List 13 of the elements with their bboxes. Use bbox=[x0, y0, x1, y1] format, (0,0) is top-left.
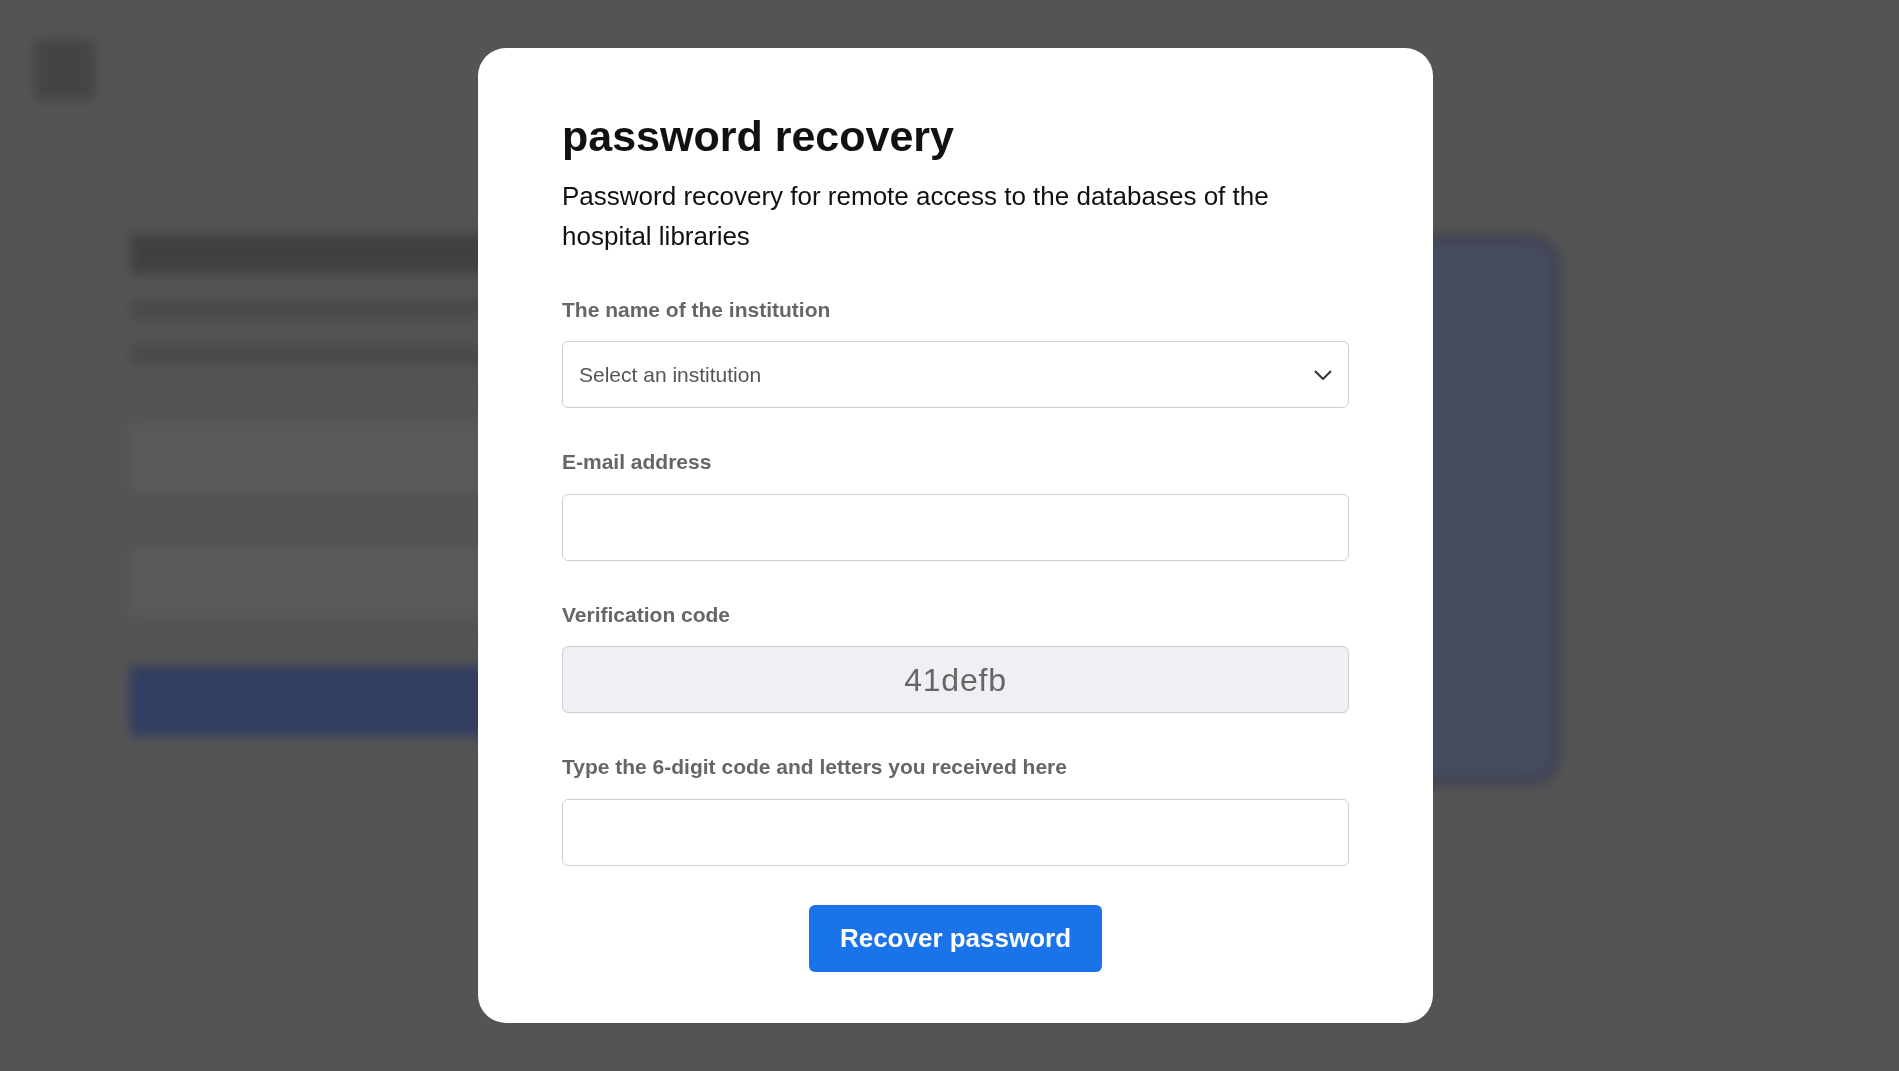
chevron-down-icon bbox=[1314, 369, 1332, 380]
field-label: Type the 6-digit code and letters you received here bbox=[562, 754, 1068, 781]
field-label: E-mail address bbox=[562, 449, 713, 476]
institution-select[interactable]: Select an institution bbox=[562, 341, 1349, 409]
field-label: The name of the institution bbox=[562, 296, 832, 323]
dialog-description: Password recovery for remote access to the databases of the hospital libraries bbox=[562, 179, 1270, 253]
recover-password-button[interactable]: Recover password bbox=[809, 904, 1102, 972]
field-label: Verification code bbox=[562, 601, 732, 628]
input-field[interactable] bbox=[562, 493, 1349, 561]
verification-code-display: 41defb bbox=[562, 646, 1349, 714]
dialog-title: password recovery bbox=[562, 111, 955, 162]
input-field[interactable] bbox=[562, 798, 1349, 866]
select-placeholder: Select an institution bbox=[579, 362, 762, 388]
